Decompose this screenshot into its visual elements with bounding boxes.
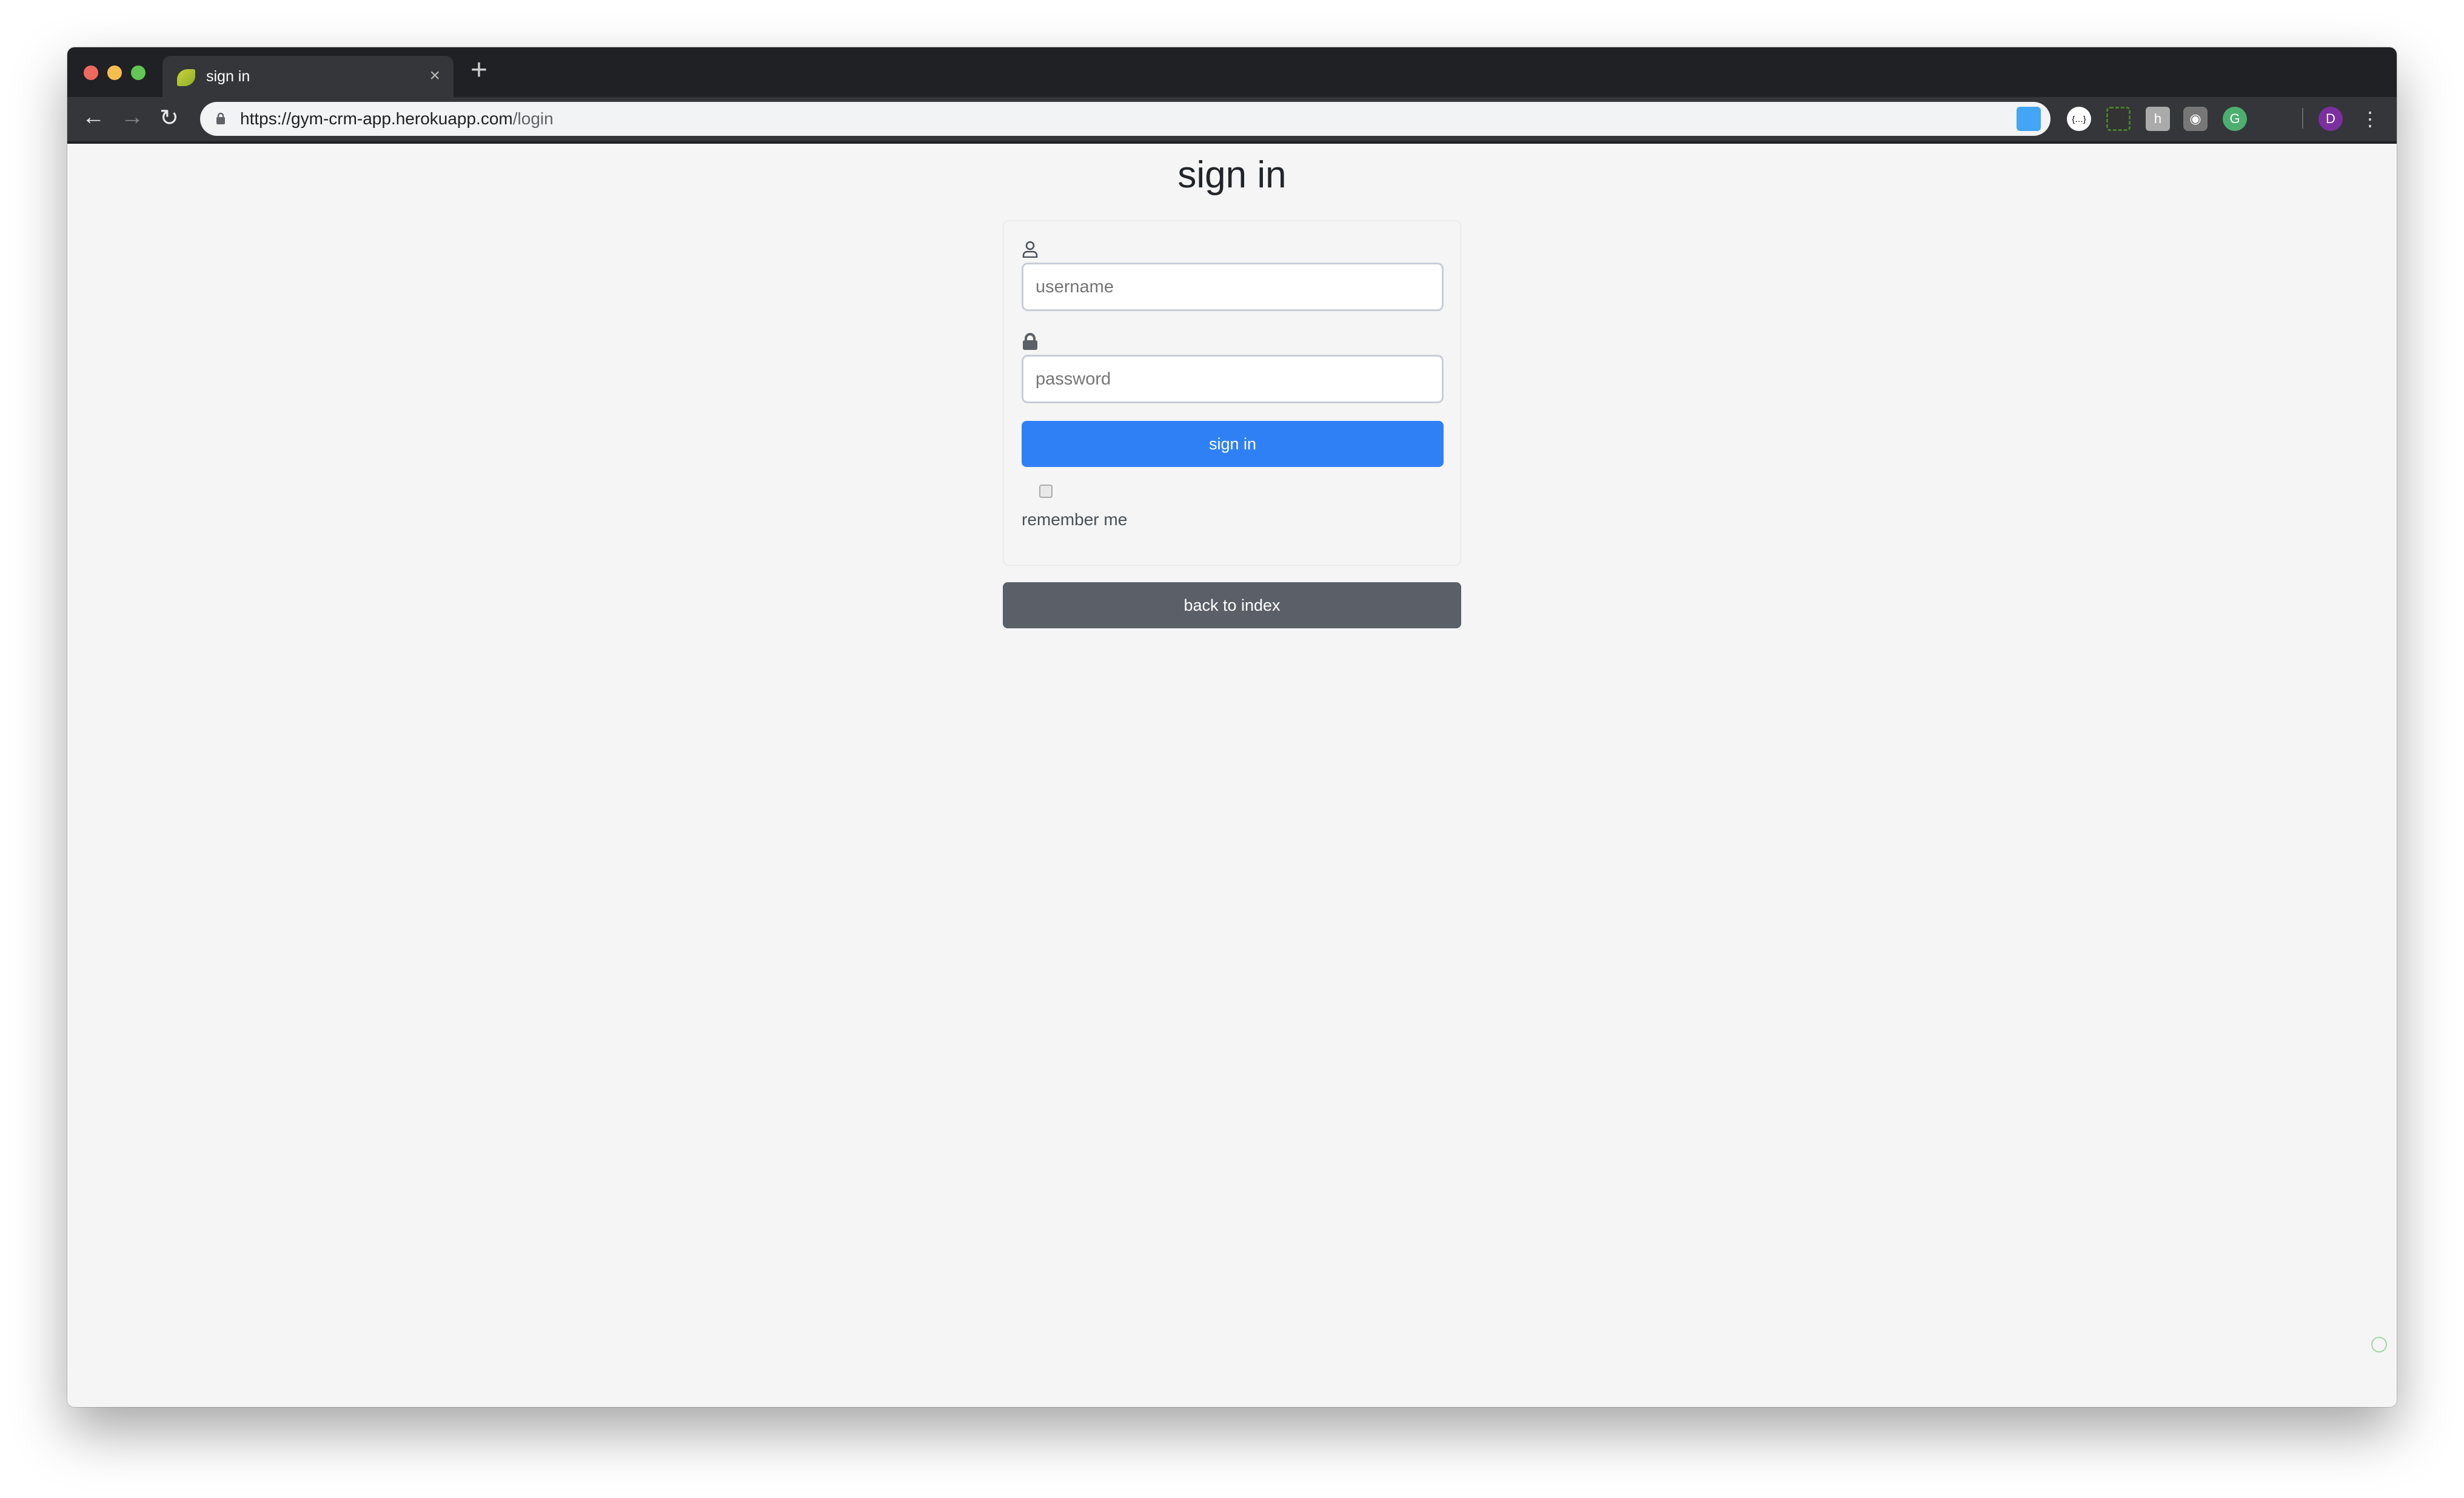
lock-icon (216, 112, 225, 124)
spring-leaf-icon (177, 69, 195, 86)
login-form: sign in remember me (1003, 220, 1461, 566)
grammarly-icon[interactable]: G (2223, 107, 2247, 131)
tab-sign-in[interactable]: sign in × (162, 56, 454, 98)
remember-me-label: remember me (1022, 510, 1128, 529)
username-input[interactable] (1022, 263, 1444, 311)
profile-avatar[interactable]: D (2318, 107, 2343, 131)
page-title: sign in (1177, 154, 1287, 196)
new-tab-button[interactable]: + (470, 53, 487, 87)
back-to-index-button[interactable]: back to index (1003, 582, 1461, 628)
json-viewer-icon[interactable]: {…} (2067, 107, 2091, 131)
tab-strip: sign in × + (67, 47, 2397, 98)
minimize-window-button[interactable] (107, 65, 122, 80)
camera-icon[interactable]: ◉ (2183, 107, 2208, 131)
maximize-window-button[interactable] (131, 65, 146, 80)
shield-extension-icon (2371, 1337, 2387, 1352)
folder-extension-icon[interactable] (2017, 107, 2041, 131)
forward-arrow-icon[interactable]: → (121, 104, 144, 130)
url-path: /login (512, 109, 554, 128)
close-tab-button[interactable]: × (429, 65, 440, 86)
honey-icon[interactable]: h (2146, 107, 2170, 131)
browser-window: sign in × + ← → ↻ https://gym-crm-app.he… (67, 47, 2397, 1407)
tab-title: sign in (206, 68, 250, 85)
remember-me-checkbox[interactable] (1039, 485, 1053, 498)
menu-kebab-icon[interactable]: ⋮ (2358, 107, 2382, 131)
password-input[interactable] (1022, 355, 1444, 403)
url-host: https://gym-crm-app.herokuapp.com (240, 109, 513, 128)
screenshot-crop-icon[interactable] (2106, 107, 2131, 131)
close-window-button[interactable] (84, 65, 98, 80)
url-text: https://gym-crm-app.herokuapp.com/login (240, 109, 554, 129)
sign-in-button[interactable]: sign in (1022, 421, 1444, 467)
browser-toolbar: ← → ↻ https://gym-crm-app.herokuapp.com/… (67, 97, 2397, 141)
reload-icon[interactable]: ↻ (159, 104, 179, 132)
toolbar-divider (2302, 108, 2303, 129)
back-arrow-icon[interactable]: ← (82, 104, 105, 130)
page-content: sign in sign in remember me back to inde… (67, 141, 2397, 1407)
user-icon (1022, 241, 1038, 258)
lock-icon (1023, 333, 1037, 350)
address-bar[interactable]: https://gym-crm-app.herokuapp.com/login … (200, 102, 2051, 136)
